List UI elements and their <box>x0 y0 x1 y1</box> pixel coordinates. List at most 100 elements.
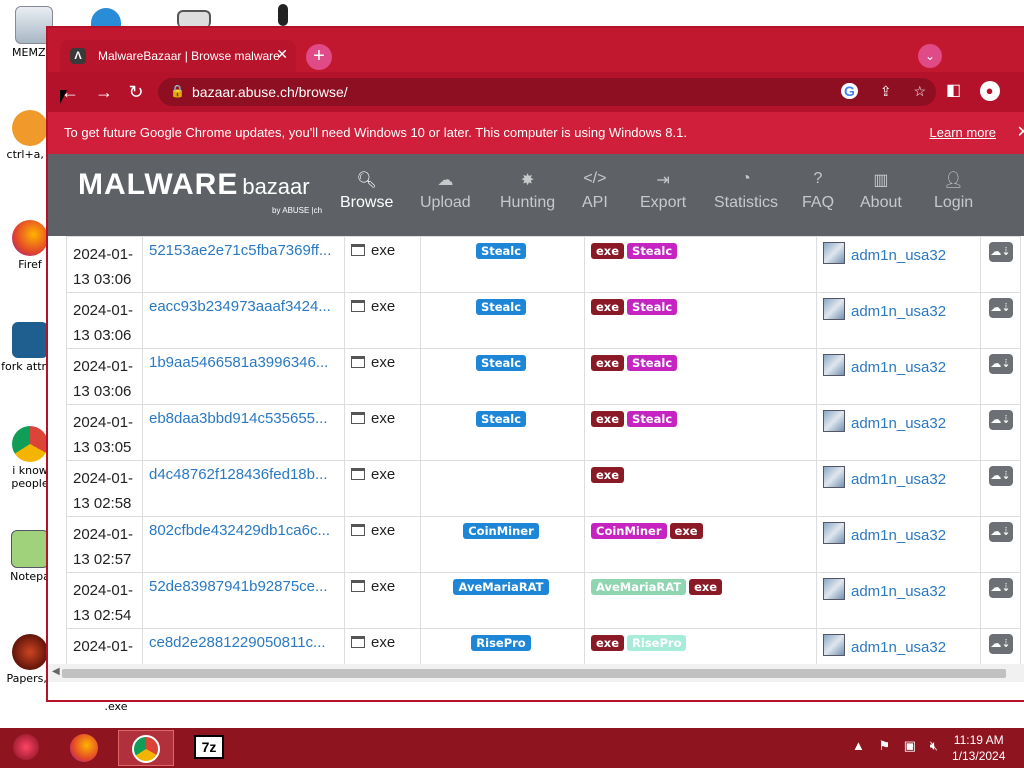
download-icon[interactable]: ☁⇣ <box>988 410 1013 430</box>
taskbar-chrome[interactable] <box>118 730 174 766</box>
scrollbar-thumb[interactable] <box>62 669 1006 678</box>
sha256-link[interactable]: eacc93b234973aaaf3424... <box>149 298 331 315</box>
tag-badge[interactable]: exe <box>591 355 625 371</box>
flag-icon[interactable]: ⚑ <box>879 738 891 753</box>
learn-more-link[interactable]: Learn more <box>930 125 996 140</box>
tag-badge[interactable]: exe <box>689 579 723 595</box>
share-icon[interactable]: ⇪ <box>880 83 892 99</box>
reporter-link[interactable]: adm1n_usa32 <box>851 303 946 320</box>
nav-upload[interactable]: ☁ Upload <box>420 170 471 212</box>
download-icon[interactable]: ☁⇣ <box>988 354 1013 374</box>
time-line: 13 02:57 <box>73 551 132 568</box>
nav-about[interactable]: ▥ About <box>860 170 902 212</box>
signature-badge[interactable]: Stealc <box>475 243 527 259</box>
tag-badge[interactable]: CoinMiner <box>591 523 667 539</box>
download-icon[interactable]: ☁⇣ <box>988 522 1013 542</box>
tag-badge[interactable]: exe <box>591 411 625 427</box>
signature-badge[interactable]: Stealc <box>475 355 527 371</box>
browser-window: Λ MalwareBazaar | Browse malware ✕ + ⌄ ←… <box>46 26 1024 702</box>
volume-muted-icon[interactable]: 🔇︎ <box>930 738 938 753</box>
taskbar-7zip[interactable]: 7z <box>184 730 234 766</box>
signature-badge[interactable]: Stealc <box>475 299 527 315</box>
clock-time: 11:19 AM <box>953 733 1004 747</box>
tag-badge[interactable]: exe <box>669 523 703 539</box>
download-icon[interactable]: ☁⇣ <box>988 634 1013 654</box>
taskbar-firefox[interactable] <box>62 730 106 766</box>
tag-badge[interactable]: exe <box>591 299 625 315</box>
download-icon[interactable]: ☁⇣ <box>988 298 1013 318</box>
nav-export[interactable]: ⇥ Export <box>640 170 686 212</box>
reload-button[interactable]: ↻ <box>124 80 148 104</box>
address-bar[interactable]: 🔒 bazaar.abuse.ch/browse/ G ⇪ ☆ <box>158 78 936 106</box>
desktop-icon-dark-top[interactable] <box>268 4 298 28</box>
nav-api[interactable]: </> API <box>582 170 608 212</box>
file-icon <box>351 356 365 368</box>
sha256-link[interactable]: ce8d2e2881229050811c... <box>149 634 326 651</box>
malwarebazaar-logo[interactable]: MALWARE bazaar by ABUSE |ch <box>78 168 322 215</box>
reporter-link[interactable]: adm1n_usa32 <box>851 527 946 544</box>
sha256-link[interactable]: 52153ae2e71c5fba7369ff... <box>149 242 331 259</box>
tag-badge[interactable]: AveMariaRAT <box>591 579 687 595</box>
google-icon[interactable]: G <box>841 83 858 99</box>
sha256-link[interactable]: 52de83987941b92875ce... <box>149 578 328 595</box>
tag-badge[interactable]: Stealc <box>627 411 678 427</box>
sha256-link[interactable]: d4c48762f128436fed18b... <box>149 466 328 483</box>
export-icon: ⇥ <box>656 172 670 189</box>
date-line: 2024-01- <box>73 582 134 599</box>
nav-browse[interactable]: 🔍︎ Browse <box>340 170 393 212</box>
tag-badge[interactable]: Stealc <box>627 299 678 315</box>
filetype: exe <box>371 410 396 427</box>
nav-faq[interactable]: ? FAQ <box>802 170 834 212</box>
reporter-link[interactable]: adm1n_usa32 <box>851 583 946 600</box>
close-infobar-icon[interactable]: ✕ <box>1017 122 1024 142</box>
tag-badge[interactable]: exe <box>591 467 625 483</box>
signature-badge[interactable]: RisePro <box>471 635 531 651</box>
nav-hunting[interactable]: ✸ Hunting <box>500 170 555 212</box>
signature-badge[interactable]: Stealc <box>475 411 527 427</box>
new-tab-button[interactable]: + <box>306 44 332 70</box>
signature-badge[interactable]: CoinMiner <box>463 523 539 539</box>
date-cell: 2024-01- 13 02:58 <box>66 460 143 517</box>
taskbar-clock[interactable]: 11:19 AM 1/13/2024 <box>952 732 1005 764</box>
side-panel-icon[interactable]: ◧ <box>946 80 961 100</box>
sha256-link[interactable]: 1b9aa5466581a3996346... <box>149 354 328 371</box>
profile-avatar[interactable]: ● <box>979 81 1000 101</box>
download-cell: ☁⇣ <box>980 460 1021 517</box>
scroll-left-icon[interactable]: ◀ <box>52 666 60 677</box>
desktop-icon-browser-top[interactable] <box>84 8 128 28</box>
reporter-link[interactable]: adm1n_usa32 <box>851 359 946 376</box>
horizontal-scrollbar[interactable]: ◀ ▶ <box>48 664 1024 682</box>
tag-badge[interactable]: exe <box>591 635 625 651</box>
tray-expand-icon[interactable]: ▲ <box>852 738 865 753</box>
tag-badge[interactable]: Stealc <box>627 355 678 371</box>
reporter-link[interactable]: adm1n_usa32 <box>851 415 946 432</box>
tag-badge[interactable]: exe <box>591 243 625 259</box>
menu-icon[interactable]: ⋮ <box>1018 80 1024 100</box>
hash-cell: 1b9aa5466581a3996346... <box>142 348 345 405</box>
tab-malwarebazaar[interactable]: Λ MalwareBazaar | Browse malware ✕ <box>60 40 296 72</box>
figure-icon <box>278 4 288 26</box>
signature-badge[interactable]: AveMariaRAT <box>453 579 549 595</box>
reporter-avatar <box>823 466 845 488</box>
desktop-icon-label: i know people <box>11 464 49 490</box>
sha256-link[interactable]: eb8daa3bbd914c535655... <box>149 410 328 427</box>
download-icon[interactable]: ☁⇣ <box>988 242 1013 262</box>
reporter-link[interactable]: adm1n_usa32 <box>851 639 946 656</box>
download-cell: ☁⇣ <box>980 572 1021 629</box>
download-icon[interactable]: ☁⇣ <box>988 466 1013 486</box>
tab-search-button[interactable]: ⌄ <box>918 44 942 68</box>
nav-login[interactable]: 👤︎ Login <box>934 170 973 212</box>
forward-button[interactable]: → <box>92 80 116 104</box>
reporter-link[interactable]: adm1n_usa32 <box>851 471 946 488</box>
reporter-link[interactable]: adm1n_usa32 <box>851 247 946 264</box>
filetype: exe <box>371 634 396 651</box>
bookmark-star-icon[interactable]: ☆ <box>913 83 926 99</box>
nav-statistics[interactable]: ◔ Statistics <box>714 170 778 212</box>
close-tab-icon[interactable]: ✕ <box>276 46 288 63</box>
tag-badge[interactable]: RisePro <box>627 635 687 651</box>
taskbar-memz[interactable] <box>4 730 48 766</box>
download-icon[interactable]: ☁⇣ <box>988 578 1013 598</box>
tag-badge[interactable]: Stealc <box>627 243 678 259</box>
network-icon[interactable]: ▣ <box>904 738 916 753</box>
sha256-link[interactable]: 802cfbde432429db1ca6c... <box>149 522 330 539</box>
